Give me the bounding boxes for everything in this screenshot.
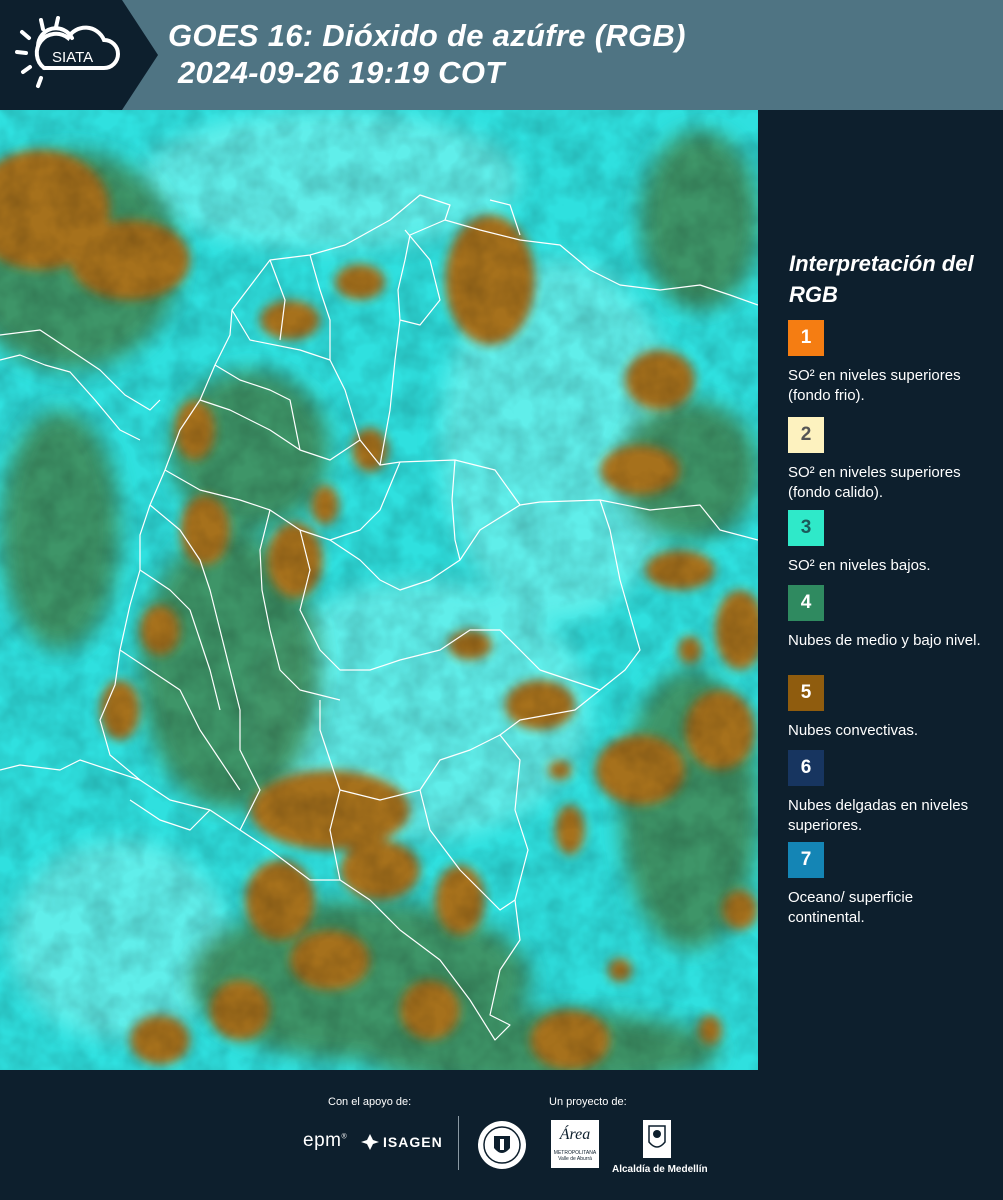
satellite-map[interactable] xyxy=(0,110,758,1070)
legend-label: SO² en niveles superiores (fondo calido)… xyxy=(788,464,961,501)
timestamp: 2024-09-26 19:19 COT xyxy=(178,55,505,90)
legend-swatch: 6 xyxy=(788,750,824,786)
footer: Con el apoyo de: Un proyecto de: epm® IS… xyxy=(0,1070,1003,1200)
legend-item-7: 7 Oceano/ superficie continental. xyxy=(788,842,988,928)
legend-label: Nubes de medio y bajo nivel. xyxy=(788,632,981,649)
medellin-seal-icon[interactable] xyxy=(477,1120,527,1170)
area-metropolitana-logo[interactable]: Área METROPOLITANA Valle de Aburrá xyxy=(551,1120,599,1168)
legend-swatch: 7 xyxy=(788,842,824,878)
legend-item-1: 1 SO² en niveles superiores (fondo frio)… xyxy=(788,320,988,406)
isagen-icon xyxy=(361,1134,379,1150)
footer-divider xyxy=(458,1116,459,1170)
epm-logo[interactable]: epm® xyxy=(303,1130,347,1152)
isagen-logo[interactable]: ISAGEN xyxy=(383,1134,443,1150)
legend-label: SO² en niveles bajos. xyxy=(788,557,931,574)
legend-label: SO² en niveles superiores (fondo frio). xyxy=(788,367,961,404)
sun-cloud-icon: SIATA xyxy=(15,16,120,88)
legend-swatch: 4 xyxy=(788,585,824,621)
legend-label: Nubes delgadas en niveles superiores. xyxy=(788,797,969,834)
project-label: Un proyecto de: xyxy=(549,1096,627,1108)
legend-item-3: 3 SO² en niveles bajos. xyxy=(788,510,988,576)
header-bar: SIATA GOES 16: Dióxido de azúfre (RGB) 2… xyxy=(0,0,1003,110)
legend-item-4: 4 Nubes de medio y bajo nivel. xyxy=(788,585,988,651)
legend-swatch: 2 xyxy=(788,417,824,453)
svg-text:SIATA: SIATA xyxy=(52,49,93,66)
alcaldia-logo-text[interactable]: Alcaldía de Medellín xyxy=(612,1164,708,1175)
legend-swatch: 1 xyxy=(788,320,824,356)
siata-logo[interactable]: SIATA xyxy=(0,0,158,110)
legend-panel: Interpretación del RGB 1 SO² en niveles … xyxy=(760,110,1003,1070)
legend-title: Interpretación del RGB xyxy=(789,251,974,307)
page-title: GOES 16: Dióxido de azúfre (RGB) xyxy=(168,18,686,53)
legend-label: Oceano/ superficie continental. xyxy=(788,889,914,926)
legend-swatch: 3 xyxy=(788,510,824,546)
legend-label: Nubes convectivas. xyxy=(788,722,919,739)
legend-item-6: 6 Nubes delgadas en niveles superiores. xyxy=(788,750,988,836)
support-label: Con el apoyo de: xyxy=(328,1096,412,1108)
legend-item-5: 5 Nubes convectivas. xyxy=(788,675,988,741)
alcaldia-shield-icon xyxy=(643,1120,671,1158)
legend-swatch: 5 xyxy=(788,675,824,711)
legend-item-2: 2 SO² en niveles superiores (fondo calid… xyxy=(788,417,988,503)
